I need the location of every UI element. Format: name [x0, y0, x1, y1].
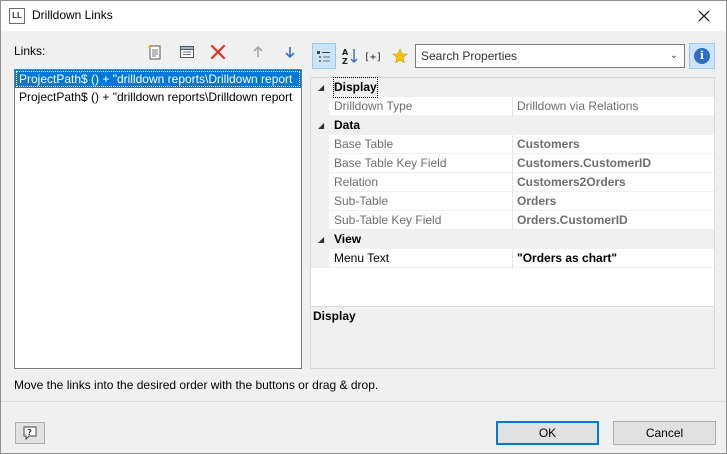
- description-title: Display: [313, 309, 356, 323]
- title-bar: LL Drilldown Links: [1, 1, 726, 31]
- edit-link-button[interactable]: [176, 41, 198, 63]
- property-name: Menu Text: [334, 251, 390, 265]
- property-value: Drilldown via Relations: [517, 99, 639, 113]
- svg-text:A: A: [342, 48, 349, 57]
- property-grid[interactable]: ◢ Display Drilldown Type Drilldown via R…: [310, 77, 715, 307]
- property-name: Sub-Table: [334, 194, 389, 208]
- expand-all-icon: [+]: [364, 52, 382, 63]
- links-list[interactable]: ProjectPath$ () + "drilldown reports\Dri…: [14, 69, 302, 369]
- move-up-button[interactable]: [247, 41, 269, 63]
- drilldown-links-dialog: LL Drilldown Links Links: ProjectPath$ (…: [0, 0, 727, 454]
- app-icon: LL: [9, 8, 25, 24]
- property-row[interactable]: Relation Customers2Orders: [311, 173, 714, 192]
- property-name: Base Table: [334, 137, 394, 151]
- new-link-button[interactable]: [144, 41, 166, 63]
- property-value: Customers.CustomerID: [517, 156, 652, 170]
- property-value: Orders.CustomerID: [517, 213, 628, 227]
- delete-icon: [210, 44, 226, 60]
- move-down-button[interactable]: [279, 41, 301, 63]
- close-button[interactable]: [682, 1, 726, 31]
- category-display[interactable]: ◢ Display: [311, 77, 714, 98]
- svg-text:?: ?: [27, 428, 32, 437]
- property-row[interactable]: Menu Text "Orders as chart": [311, 249, 714, 268]
- property-row[interactable]: Sub-Table Orders: [311, 192, 714, 211]
- ok-button[interactable]: OK: [496, 421, 599, 445]
- chevron-down-icon[interactable]: ⌄: [670, 45, 678, 67]
- favorites-star-icon: [392, 48, 408, 64]
- description-pane: Display: [310, 307, 715, 369]
- info-button[interactable]: i: [689, 43, 715, 69]
- list-item[interactable]: ProjectPath$ () + "drilldown reports\Dri…: [15, 70, 301, 88]
- property-value: Orders: [517, 194, 557, 208]
- collapse-arrow-icon[interactable]: ◢: [318, 116, 324, 135]
- svg-text:Z: Z: [342, 57, 348, 65]
- collapse-arrow-icon[interactable]: ◢: [318, 230, 324, 249]
- categorized-view-button[interactable]: [312, 43, 336, 69]
- close-icon: [698, 10, 710, 22]
- search-properties-combobox[interactable]: Search Properties ⌄: [415, 44, 685, 68]
- search-properties-text: Search Properties: [421, 49, 518, 63]
- move-down-icon: [285, 47, 295, 59]
- new-link-icon: [147, 44, 161, 60]
- svg-text:[+]: [+]: [364, 52, 382, 63]
- list-item[interactable]: ProjectPath$ () + "drilldown reports\Dri…: [15, 88, 301, 106]
- delete-link-button[interactable]: [207, 41, 229, 63]
- property-name: Drilldown Type: [334, 99, 413, 113]
- property-row[interactable]: Base Table Customers: [311, 135, 714, 154]
- property-name: Sub-Table Key Field: [334, 213, 442, 227]
- property-row[interactable]: Sub-Table Key Field Orders.CustomerID: [311, 211, 714, 230]
- divider: [1, 401, 726, 402]
- window-title: Drilldown Links: [32, 8, 113, 22]
- favorites-button[interactable]: [388, 43, 412, 69]
- property-row[interactable]: Drilldown Type Drilldown via Relations: [311, 97, 714, 116]
- property-value[interactable]: "Orders as chart": [517, 249, 617, 268]
- hint-text: Move the links into the desired order wi…: [14, 378, 379, 392]
- cancel-button[interactable]: Cancel: [613, 421, 716, 445]
- category-label: Display: [333, 77, 378, 98]
- property-name: Base Table Key Field: [334, 156, 447, 170]
- help-icon: ?: [23, 426, 37, 441]
- links-label: Links:: [14, 44, 46, 58]
- property-row[interactable]: Base Table Key Field Customers.CustomerI…: [311, 154, 714, 173]
- help-button[interactable]: ?: [15, 422, 45, 444]
- category-data[interactable]: ◢ Data: [311, 116, 714, 135]
- sort-alphabetical-icon: A Z: [342, 48, 358, 66]
- property-name: Relation: [334, 175, 379, 189]
- category-view[interactable]: ◢ View: [311, 230, 714, 249]
- categorized-view-icon: [317, 51, 330, 62]
- category-label: View: [334, 232, 362, 246]
- expand-all-button[interactable]: [+]: [362, 43, 386, 69]
- move-up-icon: [253, 45, 263, 57]
- edit-link-icon: [180, 46, 194, 58]
- info-icon: i: [694, 48, 710, 64]
- category-label: Data: [334, 118, 361, 132]
- property-value: Customers: [517, 137, 580, 151]
- collapse-arrow-icon[interactable]: ◢: [318, 78, 324, 97]
- sort-alphabetical-button[interactable]: A Z: [338, 43, 362, 69]
- property-value: Customers2Orders: [517, 175, 626, 189]
